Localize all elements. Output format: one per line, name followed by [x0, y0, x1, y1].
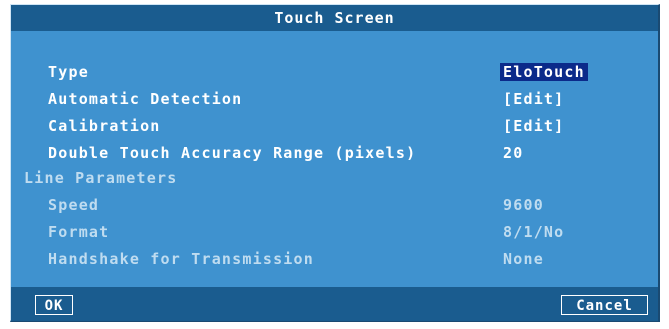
line-parameters-heading: Line Parameters — [24, 169, 178, 187]
touch-screen-dialog: Touch Screen Type EloTouch Automatic Det… — [10, 4, 660, 322]
calibration-label: Calibration — [48, 117, 161, 135]
speed-label: Speed — [48, 196, 100, 214]
handshake-label: Handshake for Transmission — [48, 250, 314, 268]
double-touch-accuracy-label: Double Touch Accuracy Range (pixels) — [48, 144, 417, 162]
dialog-title: Touch Screen — [11, 5, 658, 31]
double-touch-accuracy-field[interactable]: 20 — [503, 143, 523, 163]
type-label: Type — [48, 63, 89, 81]
type-select[interactable]: EloTouch — [500, 62, 588, 82]
automatic-detection-edit-button[interactable]: [Edit] — [503, 89, 564, 109]
format-value: 8/1/No — [503, 223, 565, 241]
handshake-value: None — [503, 250, 544, 268]
type-value[interactable]: EloTouch — [500, 63, 588, 81]
ok-button[interactable]: OK — [35, 295, 73, 315]
dialog-footer: OK Cancel — [11, 287, 658, 321]
calibration-edit-button[interactable]: [Edit] — [503, 116, 564, 136]
speed-value: 9600 — [503, 196, 544, 214]
cancel-button[interactable]: Cancel — [561, 295, 648, 315]
automatic-detection-label: Automatic Detection — [48, 90, 243, 108]
format-label: Format — [48, 223, 110, 241]
